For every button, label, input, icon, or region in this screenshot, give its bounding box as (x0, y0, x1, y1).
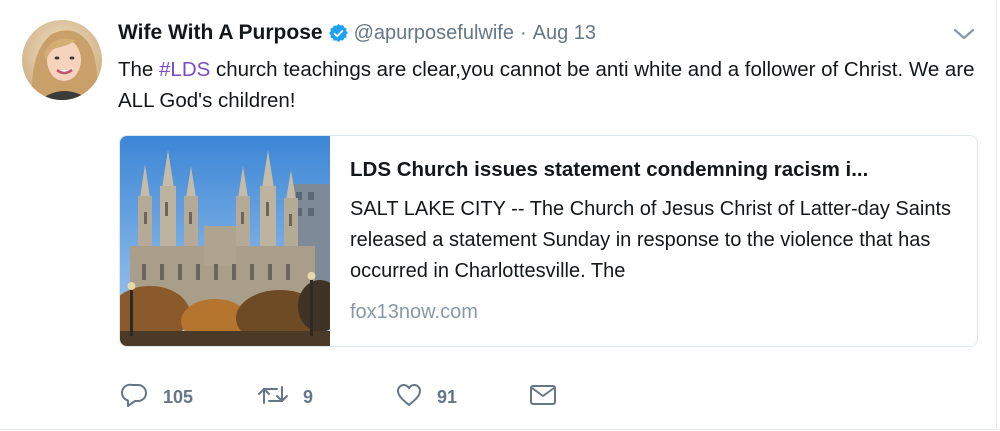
direct-message-button[interactable] (529, 380, 557, 414)
like-button[interactable]: 91 (395, 380, 457, 414)
retweet-button[interactable]: 9 (257, 380, 313, 414)
card-domain: fox13now.com (350, 301, 478, 323)
card-image (120, 136, 342, 346)
reply-icon (121, 381, 149, 414)
verified-badge-icon (328, 23, 348, 43)
avatar[interactable] (22, 20, 102, 100)
reply-count: 105 (163, 386, 194, 407)
tweet-text-prefix: The (118, 58, 160, 81)
reply-button[interactable]: 105 (121, 380, 193, 414)
card-body: LDS Church issues statement condemning r… (350, 156, 960, 324)
card-description: SALT LAKE CITY -- The Church of Jesus Ch… (350, 198, 951, 282)
link-card[interactable]: LDS Church issues statement condemning r… (119, 135, 978, 347)
author-handle[interactable]: @apurposefulwife (354, 22, 514, 45)
retweet-icon (257, 381, 289, 414)
retweet-count: 9 (303, 386, 314, 407)
tweet-text: The #LDS church teachings are clear,you … (118, 54, 978, 116)
avatar-photo (22, 20, 102, 100)
tweet-header: Wife With A Purpose @apurposefulwife · A… (118, 17, 596, 49)
like-count: 91 (437, 386, 458, 407)
heart-icon (395, 381, 423, 414)
date-separator: · (519, 21, 527, 44)
chevron-down-icon[interactable] (951, 24, 977, 44)
tweet-date[interactable]: Aug 13 (533, 22, 596, 45)
temple-photo-icon (120, 136, 342, 346)
hashtag-link[interactable]: #LDS (159, 58, 210, 81)
tweet-text-suffix: church teachings are clear,you cannot be… (118, 58, 975, 112)
envelope-icon (529, 381, 557, 414)
author-display-name[interactable]: Wife With A Purpose (118, 21, 323, 45)
card-title[interactable]: LDS Church issues statement condemning r… (350, 156, 960, 184)
